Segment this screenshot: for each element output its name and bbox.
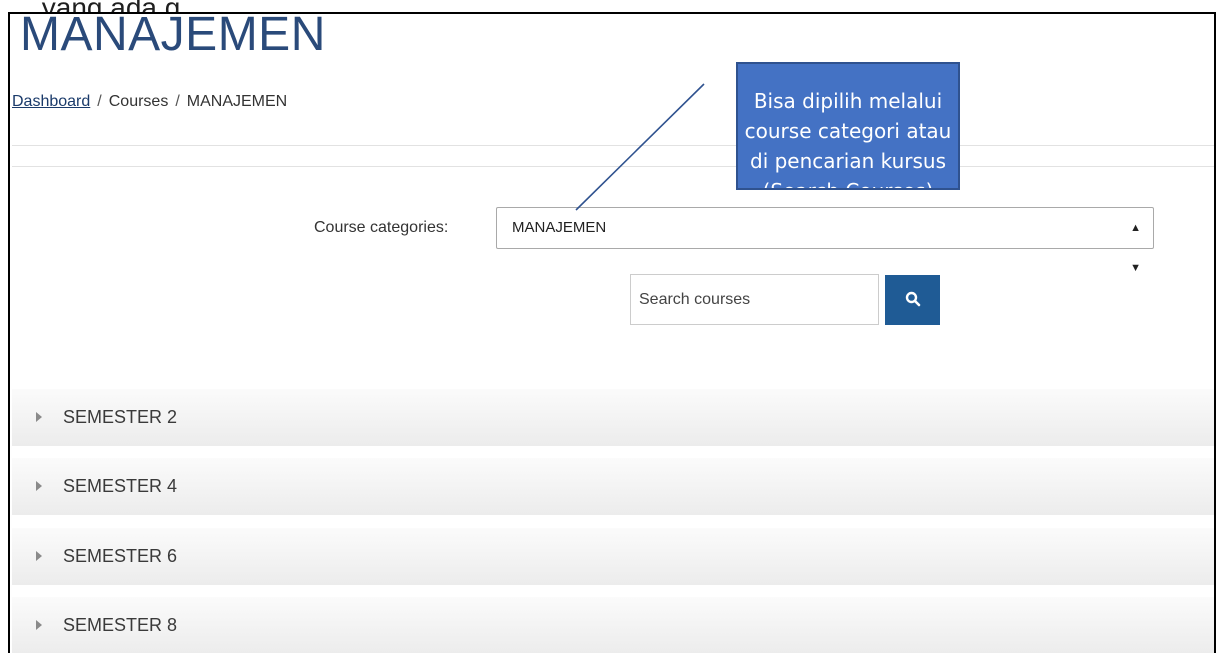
search-button[interactable]	[885, 275, 940, 325]
section-semester-8[interactable]: SEMESTER 8	[12, 597, 1214, 653]
expand-triangle-icon	[36, 551, 42, 561]
course-categories-selected-value: MANAJEMEN	[512, 219, 607, 236]
section-label: SEMESTER 4	[63, 476, 178, 496]
divider	[12, 166, 1214, 167]
section-semester-4[interactable]: SEMESTER 4	[12, 458, 1214, 515]
divider	[12, 145, 1214, 146]
breadcrumb: Dashboard / Courses / MANAJEMEN	[12, 93, 287, 111]
section-label: SEMESTER 2	[63, 407, 178, 427]
section-semester-2[interactable]: SEMESTER 2	[12, 389, 1214, 446]
search-icon	[905, 291, 921, 310]
breadcrumb-dashboard-link[interactable]: Dashboard	[12, 93, 90, 110]
course-categories-label: Course categories:	[314, 219, 449, 236]
section-semester-6[interactable]: SEMESTER 6	[12, 528, 1214, 585]
select-arrows-icon: ▲ ▼	[1130, 222, 1141, 274]
expand-triangle-icon	[36, 620, 42, 630]
section-label: SEMESTER 6	[63, 546, 178, 566]
page-title: MANAJEMEN	[20, 12, 326, 61]
callout-text: Bisa dipilih melalui course categori ata…	[744, 89, 952, 188]
breadcrumb-current: MANAJEMEN	[186, 93, 288, 110]
breadcrumb-separator: /	[97, 93, 102, 110]
main-frame: MANAJEMEN Dashboard / Courses / MANAJEMEN Co…	[8, 12, 1216, 653]
expand-triangle-icon	[36, 481, 42, 491]
breadcrumb-separator: /	[175, 93, 180, 110]
breadcrumb-courses[interactable]: Courses	[109, 93, 169, 110]
annotation-callout: Bisa dipilih melalui course categori ata…	[736, 62, 960, 190]
expand-triangle-icon	[36, 412, 42, 422]
search-courses-input[interactable]	[630, 274, 879, 325]
section-label: SEMESTER 8	[63, 615, 178, 635]
course-categories-select[interactable]: MANAJEMEN ▲ ▼	[496, 207, 1154, 274]
